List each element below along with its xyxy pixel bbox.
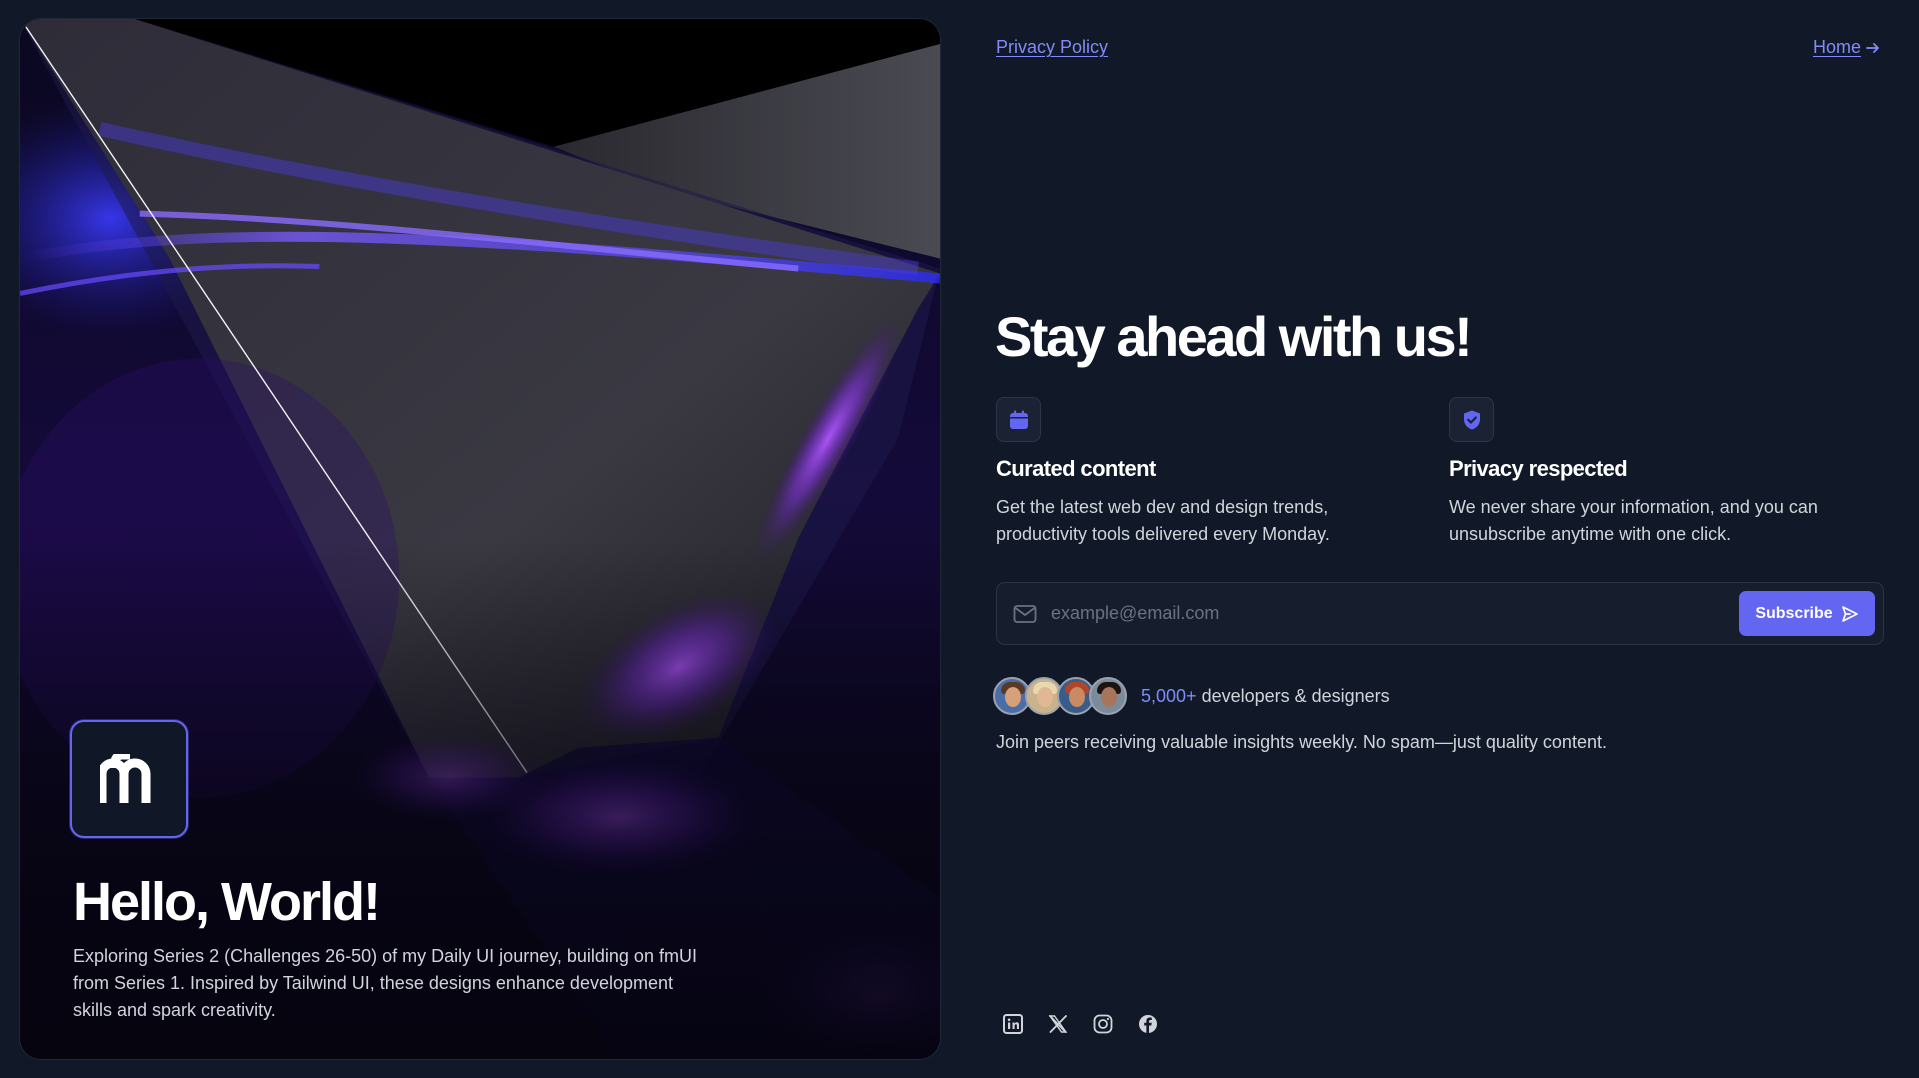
feature-title: Privacy respected bbox=[1449, 456, 1628, 481]
mail-icon bbox=[1013, 604, 1037, 624]
avatar bbox=[1089, 677, 1127, 715]
feature-description: Get the latest web dev and design trends… bbox=[996, 497, 1330, 544]
feature-privacy-respected: Privacy respected We never share your in… bbox=[1449, 397, 1869, 548]
feature-title: Curated content bbox=[996, 456, 1156, 481]
feature-curated-content: Curated content Get the latest web dev a… bbox=[996, 397, 1416, 548]
shield-check-icon bbox=[1463, 410, 1480, 429]
subscriber-label: developers & designers bbox=[1196, 685, 1390, 706]
home-link[interactable]: Home bbox=[1813, 37, 1881, 58]
social-proof: 5,000+ developers & designers bbox=[993, 677, 1390, 715]
subscribe-button-label: Subscribe bbox=[1755, 604, 1833, 622]
facebook-icon[interactable] bbox=[1138, 1014, 1158, 1034]
arrow-right-icon bbox=[1866, 42, 1879, 53]
subscribe-button[interactable]: Subscribe bbox=[1739, 591, 1875, 636]
linkedin-icon[interactable] bbox=[1003, 1014, 1023, 1034]
subscribe-form: Subscribe bbox=[996, 582, 1884, 645]
social-proof-text: 5,000+ developers & designers bbox=[1141, 686, 1390, 707]
email-input[interactable] bbox=[1051, 603, 1739, 624]
social-links bbox=[1003, 1014, 1158, 1034]
hero-description: Exploring Series 2 (Challenges 26-50) of… bbox=[73, 946, 697, 1020]
feature-description: We never share your information, and you… bbox=[1449, 497, 1818, 544]
page-title: Stay ahead with us! bbox=[995, 305, 1473, 368]
avatar-group bbox=[993, 677, 1127, 715]
social-proof-note: Join peers receiving valuable insights w… bbox=[996, 732, 1607, 752]
privacy-policy-link[interactable]: Privacy Policy bbox=[996, 37, 1108, 58]
fmui-logo-icon bbox=[100, 754, 151, 803]
instagram-icon[interactable] bbox=[1093, 1014, 1113, 1034]
subscriber-count: 5,000+ bbox=[1141, 685, 1197, 706]
home-link-label: Home bbox=[1812, 37, 1861, 57]
hero-card: Hello, World! Exploring Series 2 (Challe… bbox=[19, 18, 941, 1060]
hero-title: Hello, World! bbox=[73, 872, 381, 932]
x-icon[interactable] bbox=[1048, 1014, 1068, 1034]
feature-icon-box bbox=[1449, 397, 1494, 442]
fmui-logo bbox=[70, 720, 188, 838]
calendar-icon bbox=[1009, 410, 1028, 429]
send-icon bbox=[1841, 605, 1858, 622]
feature-icon-box bbox=[996, 397, 1041, 442]
